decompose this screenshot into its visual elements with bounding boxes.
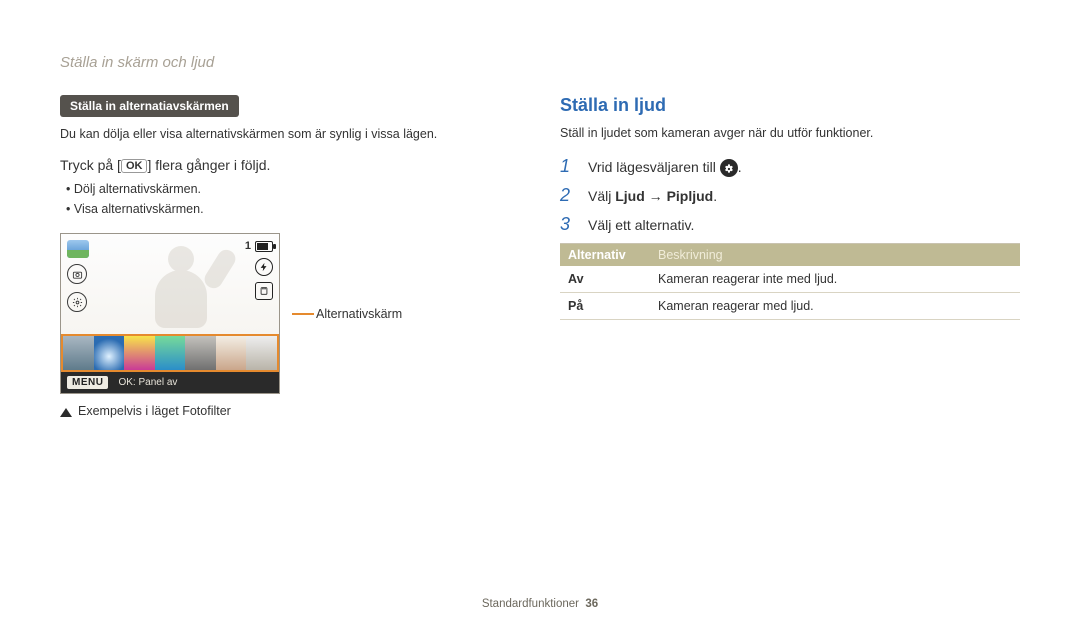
- step-post: .: [713, 188, 717, 204]
- table-header: Alternativ Beskrivning: [560, 244, 1020, 266]
- subsection-intro: Du kan dölja eller visa alternativskärme…: [60, 125, 520, 143]
- press-prefix: Tryck på [: [60, 157, 121, 173]
- step: 2 Välj Ljud → Pipljud.: [560, 185, 1020, 206]
- page: Ställa in skärm och ljud Ställa in alter…: [0, 0, 1080, 630]
- right-intro: Ställ in ljudet som kameran avger när du…: [560, 124, 1020, 142]
- bullet-item: Dölj alternativskärmen.: [66, 179, 520, 199]
- counter-value: 1: [245, 240, 251, 252]
- press-instruction: Tryck på [OK] flera gånger i följd.: [60, 157, 520, 173]
- two-column-layout: Ställa in alternatiavskärmen Du kan dölj…: [60, 95, 1020, 418]
- table-row: Av Kameran reagerar inte med ljud.: [560, 266, 1020, 293]
- th-option: Alternativ: [560, 244, 650, 266]
- step-pre: Välj: [588, 188, 615, 204]
- filter-thumb: [155, 336, 186, 370]
- filter-thumb: [246, 336, 277, 370]
- battery-icon: [255, 241, 273, 252]
- left-column: Ställa in alternatiavskärmen Du kan dölj…: [60, 95, 520, 418]
- td-description: Kameran reagerar med ljud.: [650, 293, 1020, 319]
- right-column: Ställa in ljud Ställ in ljudet som kamer…: [560, 95, 1020, 418]
- menu-badge: MENU: [67, 376, 108, 389]
- step: 1 Vrid lägesväljaren till .: [560, 156, 1020, 177]
- bullet-list: Dölj alternativskärmen. Visa alternativs…: [66, 179, 520, 219]
- callout-line: [292, 313, 314, 315]
- td-option: Av: [560, 266, 650, 292]
- step-bold: Pipljud: [667, 188, 714, 204]
- flash-icon: [255, 258, 273, 276]
- subject-silhouette: [155, 246, 207, 328]
- th-description: Beskrivning: [650, 244, 1020, 266]
- screenshot-top-left-icons: [67, 240, 89, 312]
- section-header: Ställa in skärm och ljud: [60, 54, 1020, 71]
- filter-thumb: [63, 336, 94, 370]
- triangle-up-icon: [60, 408, 72, 417]
- bottom-bar-text: OK: Panel av: [118, 377, 177, 388]
- filter-thumb: [94, 336, 125, 370]
- page-footer: Standardfunktioner 36: [0, 598, 1080, 610]
- subsection-pill: Ställa in alternatiavskärmen: [60, 95, 239, 117]
- screenshot-caption: Exempelvis i läget Fotofilter: [60, 404, 520, 418]
- filter-thumbnail-strip: [61, 334, 279, 372]
- ok-button-glyph: OK: [121, 159, 148, 173]
- screenshot-with-callout: 1: [60, 233, 520, 394]
- step: 3 Välj ett alternativ.: [560, 214, 1020, 235]
- caption-text: Exempelvis i läget Fotofilter: [78, 404, 231, 418]
- arrow-icon: →: [645, 188, 667, 204]
- press-suffix: ] flera gånger i följd.: [147, 157, 270, 173]
- bullet-item: Visa alternativskärmen.: [66, 199, 520, 219]
- step-text: Vrid lägesväljaren till .: [588, 159, 742, 177]
- screenshot-viewport: 1: [61, 234, 279, 334]
- filter-thumb: [124, 336, 155, 370]
- screenshot-bottom-bar: MENU OK: Panel av: [61, 372, 279, 393]
- gear-fill-icon: [720, 159, 738, 177]
- step-text: Välj Ljud → Pipljud.: [588, 188, 717, 204]
- camera-screenshot: 1: [60, 233, 280, 394]
- callout-label: Alternativskärm: [316, 307, 402, 321]
- step-bold: Ljud: [615, 188, 645, 204]
- right-heading: Ställa in ljud: [560, 95, 1020, 116]
- step-post: .: [738, 159, 742, 175]
- card-icon: [255, 282, 273, 300]
- step-number: 2: [560, 185, 578, 206]
- step-text: Välj ett alternativ.: [588, 217, 694, 233]
- screenshot-top-right-icons: 1: [245, 240, 273, 300]
- footer-page-number: 36: [585, 598, 598, 610]
- footer-section: Standardfunktioner: [482, 598, 579, 610]
- steps-list: 1 Vrid lägesväljaren till . 2 Välj Ljud …: [560, 156, 1020, 235]
- step-number: 1: [560, 156, 578, 177]
- filter-thumb: [185, 336, 216, 370]
- td-option: På: [560, 293, 650, 319]
- gear-icon: [67, 292, 87, 312]
- table-row: På Kameran reagerar med ljud.: [560, 293, 1020, 320]
- thumbnail-icon: [67, 240, 89, 258]
- step-number: 3: [560, 214, 578, 235]
- callout: Alternativskärm: [292, 307, 402, 321]
- step-pre: Vrid lägesväljaren till: [588, 159, 720, 175]
- camera-icon: [67, 264, 87, 284]
- filter-thumb: [216, 336, 247, 370]
- td-description: Kameran reagerar inte med ljud.: [650, 266, 1020, 292]
- options-table: Alternativ Beskrivning Av Kameran reager…: [560, 243, 1020, 320]
